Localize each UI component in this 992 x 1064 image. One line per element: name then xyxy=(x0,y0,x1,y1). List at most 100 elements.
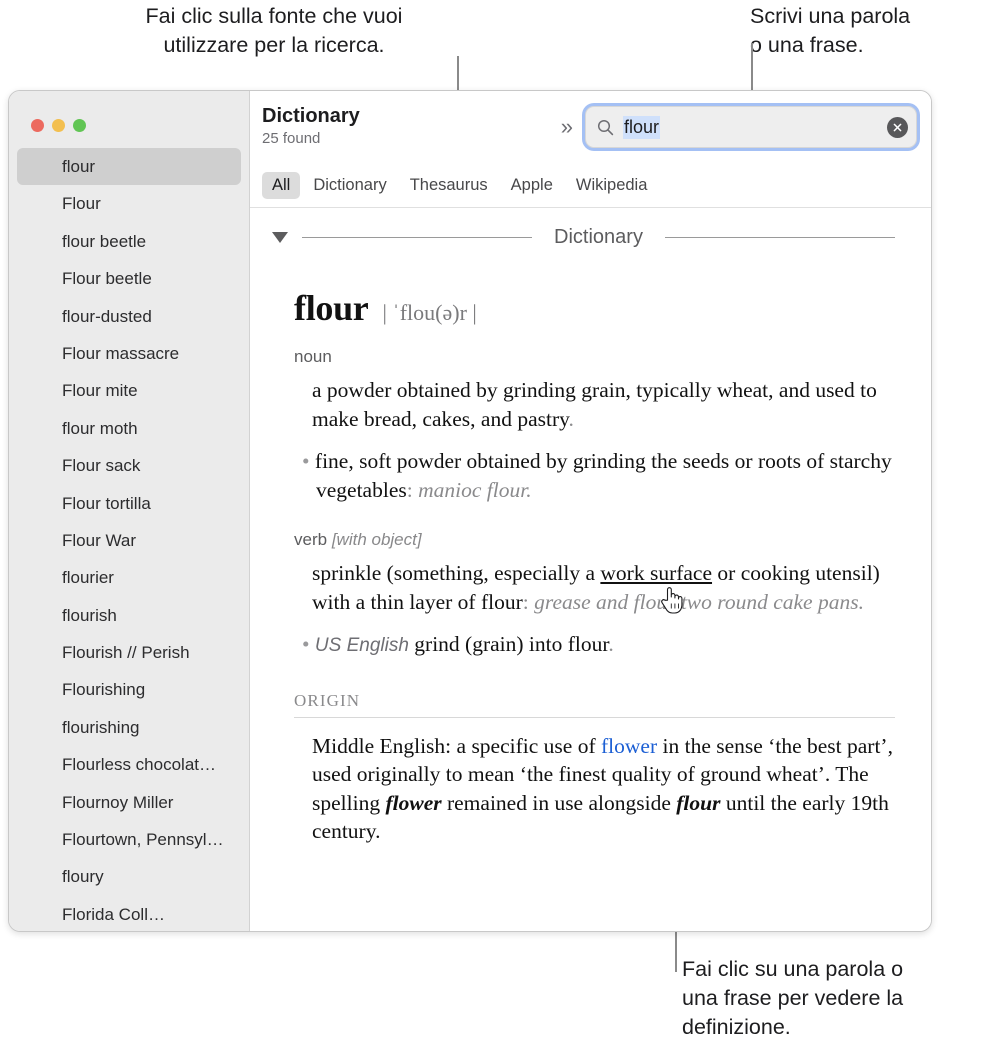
sidebar-item-label: flourish xyxy=(62,605,117,625)
sidebar-item-label: flourier xyxy=(62,568,114,588)
sidebar-item-label: Flourish // Perish xyxy=(62,643,190,663)
sidebar-item-label: flour beetle xyxy=(62,231,147,251)
tab-all[interactable]: All xyxy=(262,171,301,199)
sidebar-item-flourish[interactable]: flourish xyxy=(17,597,241,634)
bullet-icon: • xyxy=(302,632,310,656)
sidebar-item-flour-beetle-cap[interactable]: Flour beetle xyxy=(17,260,241,297)
origin-text: Middle English: a specific use of flower… xyxy=(294,732,895,846)
sidebar-item-flourless-chocolate[interactable]: Flourless chocolat… xyxy=(17,746,241,783)
sidebar-item-florida-college[interactable]: Florida Coll… xyxy=(17,896,241,931)
sidebar-item-flournoy-miller[interactable]: Flournoy Miller xyxy=(17,784,241,821)
inline-link-flower[interactable]: flower xyxy=(601,734,657,758)
part-of-speech-verb: verb [with object] xyxy=(294,530,895,550)
sidebar-item-flourish-perish[interactable]: Flourish // Perish xyxy=(17,634,241,671)
origin-block: ORIGIN Middle English: a specific use of… xyxy=(294,691,895,846)
sidebar-item-label: Flourtown, Pennsyl… xyxy=(62,830,224,850)
source-tabs[interactable]: All Dictionary Thesaurus Apple Wikipedia xyxy=(250,163,931,208)
sidebar-item-flour-war[interactable]: Flour War xyxy=(17,522,241,559)
chevron-double-right-icon[interactable]: » xyxy=(561,116,573,138)
sidebar-item-flourishing-cap[interactable]: Flourishing xyxy=(17,671,241,708)
bullet-icon: • xyxy=(302,449,310,473)
definition-article: Dictionary flour | ˈflou(ə)r | noun a po… xyxy=(250,208,931,931)
search-input-value[interactable]: flour xyxy=(623,115,661,139)
sidebar-item-label: flour moth xyxy=(62,418,138,438)
dictionary-window: flour Flour flour beetle Flour beetle fl… xyxy=(8,90,932,932)
sidebar-item-flour-cap[interactable]: Flour xyxy=(17,185,241,222)
sense-example: manioc flour. xyxy=(412,477,532,502)
clear-search-icon[interactable] xyxy=(887,116,908,138)
sidebar-item-label: floury xyxy=(62,867,104,887)
sidebar-item-label: flour-dusted xyxy=(62,306,152,326)
sidebar-item-flourier[interactable]: flourier xyxy=(17,559,241,596)
inline-link-work-surface[interactable]: work surface xyxy=(600,561,712,585)
section-header: Dictionary xyxy=(272,226,896,249)
sidebar-item-flour-mite[interactable]: Flour mite xyxy=(17,372,241,409)
sidebar-item-label: Flourless chocolat… xyxy=(62,755,217,775)
divider-left xyxy=(302,237,533,238)
sidebar-item-label: Flour xyxy=(62,194,101,214)
sense-text: a powder obtained by grinding grain, typ… xyxy=(312,378,877,431)
grammar-note: [with object] xyxy=(331,530,422,549)
pos-label: verb xyxy=(294,530,328,549)
sidebar-item-label: Florida Coll… xyxy=(62,904,165,924)
callout-word-text: Fai clic su una parola o una frase per v… xyxy=(682,957,904,1039)
sidebar-item-label: Flourishing xyxy=(62,680,146,700)
window-controls xyxy=(31,119,86,132)
headword-row: flour | ˈflou(ə)r | xyxy=(294,287,895,329)
search-field[interactable]: flour xyxy=(585,106,917,148)
sense-example: grease and flour two round cake pans. xyxy=(528,589,864,614)
sidebar-item-label: Flour War xyxy=(62,530,136,550)
sidebar-item-flourishing[interactable]: flourishing xyxy=(17,709,241,746)
origin-text-3: remained in use alongside xyxy=(441,790,677,815)
sense-punct: . xyxy=(568,406,574,431)
sidebar-item-flour-massacre[interactable]: Flour massacre xyxy=(17,335,241,372)
tab-apple[interactable]: Apple xyxy=(501,172,563,199)
callout-search-text: Scrivi una parola o una frase. xyxy=(750,4,911,57)
maximize-button[interactable] xyxy=(73,119,86,132)
sidebar-item-label: Flour tortilla xyxy=(62,493,151,513)
sense-verb-1: sprinkle (something, especially a work s… xyxy=(294,559,895,616)
sidebar-item-floury[interactable]: floury xyxy=(17,858,241,895)
sense-text: grind (grain) into flour xyxy=(408,632,609,656)
sidebar-item-label: Flour beetle xyxy=(62,269,152,289)
origin-divider xyxy=(294,716,895,718)
sidebar-item-flour-beetle[interactable]: flour beetle xyxy=(17,223,241,260)
dictionary-entry: flour | ˈflou(ə)r | noun a powder obtain… xyxy=(272,287,895,846)
sense-text-pre: sprinkle (something, especially a xyxy=(312,561,601,585)
toolbar: Dictionary 25 found » flour xyxy=(250,91,931,163)
sense-punct: . xyxy=(608,632,614,656)
part-of-speech-noun: noun xyxy=(294,347,895,367)
regional-label: US English xyxy=(314,635,409,656)
tab-wikipedia[interactable]: Wikipedia xyxy=(566,172,658,199)
divider-right xyxy=(664,237,896,238)
sidebar-item-label: flour xyxy=(62,157,96,176)
origin-bold-flour: flour xyxy=(676,790,721,815)
disclosure-triangle-icon[interactable] xyxy=(272,232,288,243)
sense-text: fine, soft powder obtained by grinding t… xyxy=(314,449,892,502)
sidebar-item-label: flourishing xyxy=(62,717,140,737)
content-pane: Dictionary 25 found » flour All Dictiona… xyxy=(250,91,931,931)
search-results-list[interactable]: flour Flour flour beetle Flour beetle fl… xyxy=(9,148,249,931)
sidebar-item-label: Flour sack xyxy=(62,456,141,476)
sidebar-item-flour-sack[interactable]: Flour sack xyxy=(17,447,241,484)
sidebar-item-flour-dusted[interactable]: flour-dusted xyxy=(17,298,241,335)
sidebar-item-flour[interactable]: flour xyxy=(17,148,241,186)
sense-noun-1a: • fine, soft powder obtained by grinding… xyxy=(294,447,895,504)
title-block: Dictionary 25 found xyxy=(262,105,360,149)
origin-label: ORIGIN xyxy=(294,690,361,710)
minimize-button[interactable] xyxy=(52,119,65,132)
close-button[interactable] xyxy=(31,119,44,132)
section-title: Dictionary xyxy=(554,226,643,248)
sidebar-item-flour-moth[interactable]: flour moth xyxy=(17,410,241,447)
pronunciation: | ˈflou(ə)r | xyxy=(382,300,477,325)
callout-source-text: Fai clic sulla fonte che vuoi utilizzare… xyxy=(145,4,403,57)
sidebar-item-flour-tortilla[interactable]: Flour tortilla xyxy=(17,485,241,522)
headword: flour xyxy=(294,288,369,328)
sidebar-item-label: Flour massacre xyxy=(62,343,180,363)
results-count: 25 found xyxy=(262,130,321,147)
origin-bold-flower: flower xyxy=(385,790,442,815)
sidebar-item-flourtown-pennsylvania[interactable]: Flourtown, Pennsyl… xyxy=(17,821,241,858)
origin-text-1: Middle English: a specific use of xyxy=(312,733,601,758)
tab-thesaurus[interactable]: Thesaurus xyxy=(400,172,498,199)
tab-dictionary[interactable]: Dictionary xyxy=(303,172,396,199)
